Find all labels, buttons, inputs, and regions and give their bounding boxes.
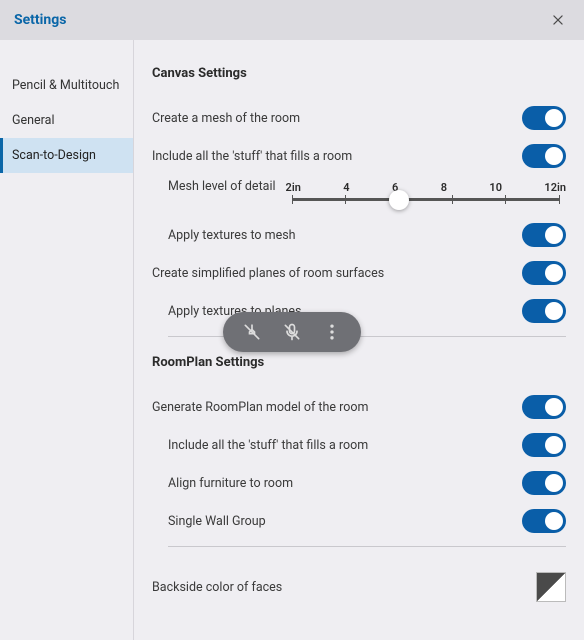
- titlebar: Settings: [0, 0, 584, 40]
- include-stuff-roomplan-row: Include all the 'stuff' that fills a roo…: [152, 426, 566, 464]
- roomplan-settings-title: RoomPlan Settings: [152, 355, 566, 370]
- create-mesh-row: Create a mesh of the room: [152, 99, 566, 137]
- sidebar-item-general[interactable]: General: [0, 103, 133, 138]
- slider-tick-marks: [292, 195, 560, 204]
- slider-track[interactable]: [292, 198, 560, 201]
- create-planes-row: Create simplified planes of room surface…: [152, 254, 566, 292]
- tick-label: 12in: [544, 181, 566, 194]
- pin-off-icon[interactable]: [241, 321, 263, 343]
- settings-window: Settings Pencil & Multitouch General Sca…: [0, 0, 584, 640]
- align-furniture-toggle[interactable]: [522, 471, 566, 495]
- apply-textures-mesh-label: Apply textures to mesh: [168, 228, 522, 243]
- backside-color-swatch[interactable]: [536, 572, 566, 602]
- include-stuff-canvas-toggle[interactable]: [522, 144, 566, 168]
- tick-label: 2in: [286, 181, 301, 194]
- generate-roomplan-row: Generate RoomPlan model of the room: [152, 388, 566, 426]
- sidebar: Pencil & Multitouch General Scan-to-Desi…: [0, 40, 134, 640]
- include-stuff-roomplan-toggle[interactable]: [522, 433, 566, 457]
- close-icon: [551, 13, 565, 27]
- apply-textures-planes-toggle[interactable]: [522, 299, 566, 323]
- slider-tick-labels: 2in 4 6 8 10 12in: [286, 181, 566, 194]
- include-stuff-canvas-label: Include all the 'stuff' that fills a roo…: [152, 149, 522, 164]
- backside-color-row: Backside color of faces: [152, 565, 566, 609]
- mesh-detail-slider[interactable]: 2in 4 6 8 10 12in: [286, 179, 566, 201]
- single-wall-group-toggle[interactable]: [522, 509, 566, 533]
- window-title: Settings: [14, 12, 66, 28]
- include-stuff-canvas-row: Include all the 'stuff' that fills a roo…: [152, 137, 566, 175]
- sidebar-item-scan-to-design[interactable]: Scan-to-Design: [0, 138, 133, 173]
- generate-roomplan-label: Generate RoomPlan model of the room: [152, 400, 522, 415]
- align-furniture-row: Align furniture to room: [152, 464, 566, 502]
- align-furniture-label: Align furniture to room: [168, 476, 522, 491]
- single-wall-group-label: Single Wall Group: [168, 514, 522, 529]
- more-vertical-icon[interactable]: [321, 321, 343, 343]
- close-button[interactable]: [546, 8, 570, 32]
- mesh-detail-label: Mesh level of detail: [152, 179, 286, 194]
- apply-textures-mesh-toggle[interactable]: [522, 223, 566, 247]
- tick-label: 4: [343, 181, 349, 194]
- single-wall-group-row: Single Wall Group: [152, 502, 566, 540]
- sidebar-item-pencil-multitouch[interactable]: Pencil & Multitouch: [0, 68, 133, 103]
- mesh-detail-row: Mesh level of detail 2in 4 6 8 10 12in: [152, 175, 566, 208]
- backside-color-label: Backside color of faces: [152, 580, 536, 595]
- generate-roomplan-toggle[interactable]: [522, 395, 566, 419]
- divider: [168, 546, 566, 547]
- create-mesh-label: Create a mesh of the room: [152, 111, 522, 126]
- create-planes-label: Create simplified planes of room surface…: [152, 266, 522, 281]
- include-stuff-roomplan-label: Include all the 'stuff' that fills a roo…: [168, 438, 522, 453]
- tick-label: 8: [441, 181, 447, 194]
- tick-label: 10: [489, 181, 502, 194]
- system-overlay-pill[interactable]: [223, 312, 361, 352]
- canvas-settings-title: Canvas Settings: [152, 66, 566, 81]
- apply-textures-mesh-row: Apply textures to mesh: [152, 216, 566, 254]
- create-mesh-toggle[interactable]: [522, 106, 566, 130]
- create-planes-toggle[interactable]: [522, 261, 566, 285]
- slider-thumb[interactable]: [389, 190, 409, 210]
- mic-off-icon[interactable]: [281, 321, 303, 343]
